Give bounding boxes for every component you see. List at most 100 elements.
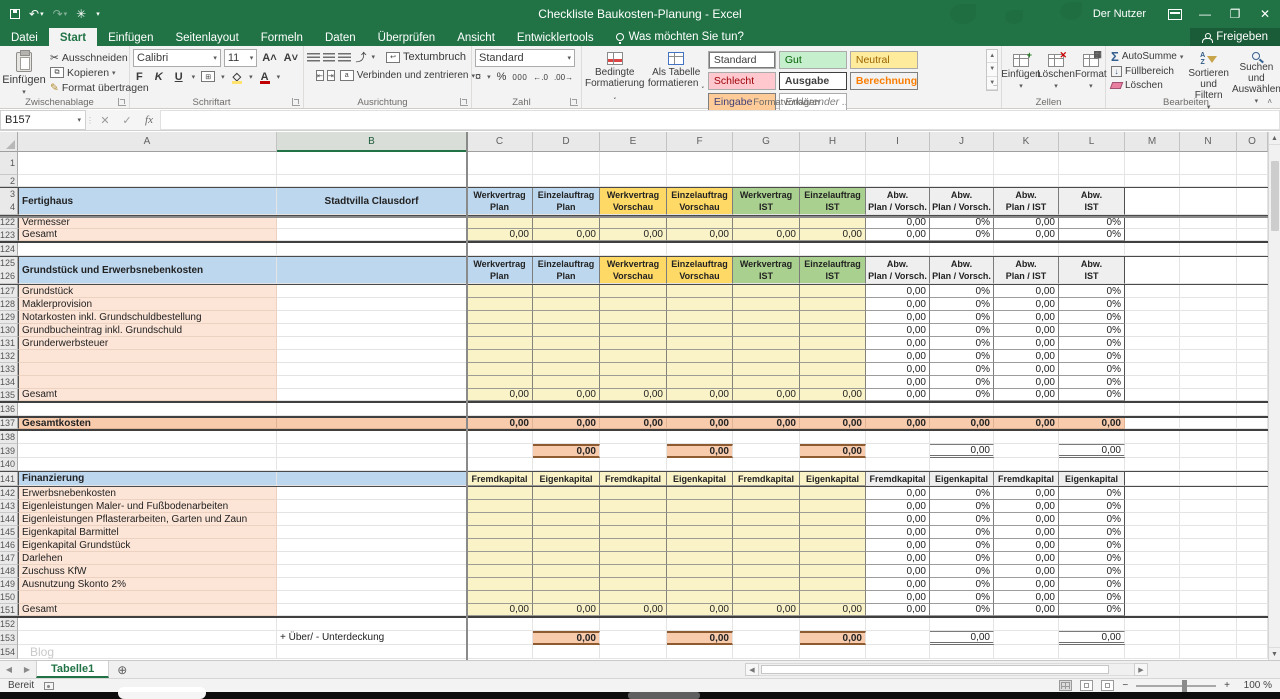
- zoom-in-icon[interactable]: +: [1224, 680, 1230, 691]
- font-size-combo[interactable]: 11▾: [224, 49, 257, 67]
- cell[interactable]: [1237, 229, 1268, 241]
- cell[interactable]: [733, 285, 800, 298]
- cell[interactable]: [467, 285, 533, 298]
- sum-value[interactable]: 0,00: [733, 229, 800, 241]
- row-header-130[interactable]: 130: [0, 324, 18, 337]
- merge-center-button[interactable]: aVerbinden und zentrieren▾: [338, 69, 477, 82]
- cell[interactable]: [533, 403, 600, 416]
- cell[interactable]: [18, 631, 277, 645]
- row-header-1[interactable]: 1: [0, 152, 18, 175]
- cell[interactable]: [1125, 444, 1180, 458]
- cell[interactable]: [1180, 539, 1237, 552]
- row-label[interactable]: Grundstück: [18, 285, 277, 298]
- total-row-label[interactable]: Gesamtkosten: [18, 418, 277, 429]
- cell[interactable]: [600, 565, 667, 578]
- cell[interactable]: [733, 324, 800, 337]
- horizontal-scroll-track[interactable]: [759, 663, 1134, 676]
- balance-value[interactable]: 0,00: [667, 444, 733, 458]
- cell[interactable]: [1180, 458, 1237, 471]
- cell[interactable]: [467, 431, 533, 444]
- cell[interactable]: [667, 513, 733, 526]
- cell[interactable]: [600, 552, 667, 565]
- abw-value[interactable]: 0,00: [994, 487, 1059, 500]
- cell[interactable]: [1125, 526, 1180, 539]
- abw-value[interactable]: 0,00: [866, 552, 930, 565]
- ribbon-tab-seitenlayout[interactable]: Seitenlayout: [164, 28, 249, 46]
- cell[interactable]: [733, 631, 800, 645]
- cell[interactable]: [667, 285, 733, 298]
- cell[interactable]: [667, 363, 733, 376]
- row-header-142[interactable]: 142: [0, 487, 18, 500]
- cell[interactable]: [600, 591, 667, 604]
- scroll-down-icon[interactable]: ▼: [1269, 647, 1280, 660]
- cell[interactable]: [600, 513, 667, 526]
- cell[interactable]: [1125, 578, 1180, 591]
- cell[interactable]: [1180, 526, 1237, 539]
- col-header-J[interactable]: J: [930, 132, 994, 152]
- cell[interactable]: [1125, 645, 1180, 659]
- cell[interactable]: [1125, 472, 1180, 486]
- cell[interactable]: [800, 403, 866, 416]
- abw-value[interactable]: 0%: [930, 591, 994, 604]
- cell[interactable]: [733, 487, 800, 500]
- cell[interactable]: [733, 403, 800, 416]
- cell[interactable]: [533, 526, 600, 539]
- macro-record-icon[interactable]: [44, 682, 54, 690]
- cell[interactable]: [533, 645, 600, 659]
- col-header-G[interactable]: G: [733, 132, 800, 152]
- cell[interactable]: [1180, 298, 1237, 311]
- row-header-140[interactable]: 140: [0, 458, 18, 471]
- cell[interactable]: [600, 337, 667, 350]
- cell[interactable]: [1125, 513, 1180, 526]
- cell[interactable]: [467, 152, 533, 175]
- minimize-button[interactable]: —: [1190, 0, 1220, 28]
- format-cells-button[interactable]: ▦ Format▾: [1075, 51, 1107, 90]
- abw-value[interactable]: 0%: [930, 513, 994, 526]
- zoom-out-icon[interactable]: −: [1122, 680, 1128, 691]
- cell[interactable]: [800, 487, 866, 500]
- row-header-124[interactable]: 124: [0, 243, 18, 256]
- cell[interactable]: [277, 243, 467, 256]
- row-header-128[interactable]: 128: [0, 298, 18, 311]
- abw-value[interactable]: 0%: [1059, 591, 1125, 604]
- cell[interactable]: [800, 578, 866, 591]
- cell[interactable]: [467, 350, 533, 363]
- align-top-icon[interactable]: [307, 53, 320, 62]
- cell[interactable]: [1180, 565, 1237, 578]
- cell[interactable]: [1125, 324, 1180, 337]
- ribbon-tab-einfügen[interactable]: Einfügen: [97, 28, 164, 46]
- sum-value[interactable]: 0,00: [667, 229, 733, 241]
- cell[interactable]: [866, 444, 930, 458]
- total-value[interactable]: 0,00: [533, 418, 600, 429]
- column-band-header[interactable]: WerkvertragIST: [733, 188, 800, 215]
- cell[interactable]: [533, 175, 600, 187]
- cell[interactable]: [1125, 500, 1180, 513]
- fin-column-header[interactable]: Fremdkapital: [733, 472, 800, 486]
- cell[interactable]: [277, 526, 467, 539]
- cell[interactable]: [1237, 487, 1268, 500]
- column-band-header[interactable]: WerkvertragVorschau: [600, 257, 667, 284]
- abw-value[interactable]: 0,00: [866, 604, 930, 616]
- cell[interactable]: [1237, 298, 1268, 311]
- sum-row-label[interactable]: Gesamt: [18, 604, 277, 616]
- cell[interactable]: [1180, 645, 1237, 659]
- underline-button[interactable]: U: [172, 71, 186, 83]
- cell[interactable]: [600, 645, 667, 659]
- cell[interactable]: [733, 350, 800, 363]
- fin-column-header[interactable]: Fremdkapital: [467, 472, 533, 486]
- row-label[interactable]: Erwerbsnebenkosten: [18, 487, 277, 500]
- sum-value[interactable]: 0,00: [533, 389, 600, 401]
- cell[interactable]: [866, 403, 930, 416]
- abw-value[interactable]: 0,00: [994, 389, 1059, 401]
- cell[interactable]: [1059, 175, 1125, 187]
- delete-cells-button[interactable]: ✕ Löschen▾: [1040, 51, 1072, 90]
- cell[interactable]: [994, 444, 1059, 458]
- abw-value[interactable]: 0,00: [994, 591, 1059, 604]
- cell[interactable]: [277, 363, 467, 376]
- cell[interactable]: [1125, 188, 1180, 215]
- row-header-149[interactable]: 149: [0, 578, 18, 591]
- col-header-I[interactable]: I: [866, 132, 930, 152]
- cell[interactable]: [1237, 285, 1268, 298]
- sum-value[interactable]: 0,00: [600, 229, 667, 241]
- abw-value[interactable]: 0,00: [866, 350, 930, 363]
